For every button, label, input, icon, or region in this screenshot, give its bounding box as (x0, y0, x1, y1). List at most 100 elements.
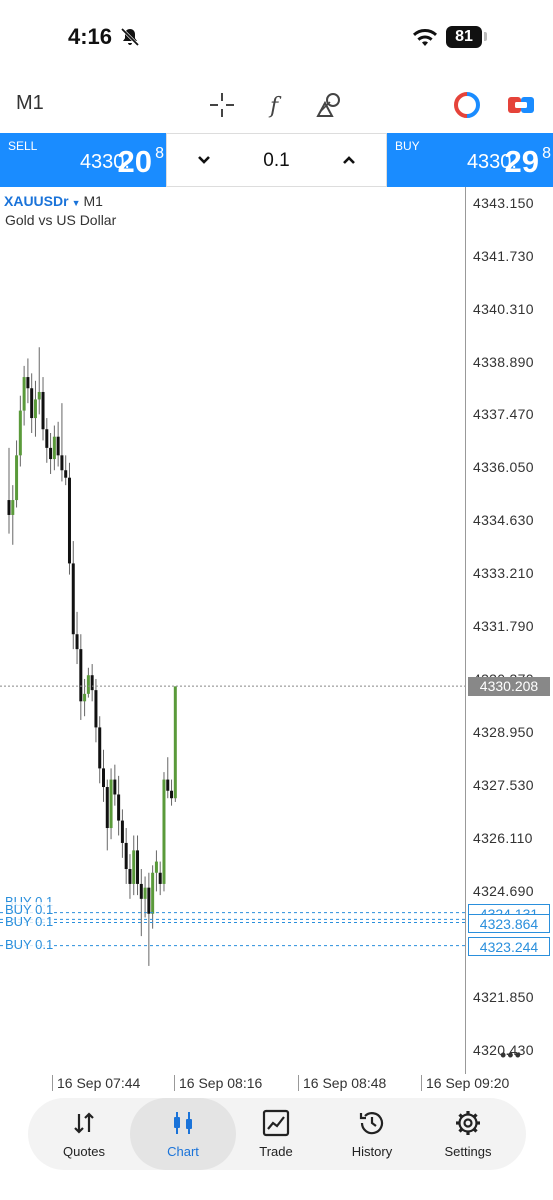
buy-price-sup: 8 (542, 145, 551, 162)
price-tick-label: 4326.110 (473, 829, 533, 846)
candle-down (79, 649, 83, 702)
order-price-tag[interactable]: 4323.864 (468, 913, 550, 933)
candle-up (83, 693, 87, 702)
sell-price-sup: 8 (155, 145, 164, 162)
candlestick-plot[interactable] (0, 187, 465, 1074)
candle-down (7, 500, 11, 515)
chart-toolbar: M1 f (0, 82, 553, 130)
tab-quotes[interactable]: Quotes (36, 1098, 132, 1170)
candle-down (170, 790, 174, 799)
candle-up (15, 455, 19, 501)
candle-down (136, 850, 140, 884)
time-tick-label: 16 Sep 09:20 (421, 1075, 509, 1091)
candle-down (166, 779, 170, 791)
candle-down (49, 447, 53, 460)
time-tick-label: 16 Sep 07:44 (52, 1075, 140, 1091)
crosshair-icon[interactable] (207, 90, 237, 120)
symbol-description: Gold vs US Dollar (5, 212, 117, 228)
candle-down (102, 768, 105, 788)
color-toggle-icon[interactable] (452, 90, 482, 120)
settings-icon (456, 1111, 480, 1135)
candle-down (105, 787, 109, 829)
tab-label: Settings (444, 1144, 492, 1159)
candle-down (94, 690, 98, 728)
candle-down (90, 675, 94, 691)
candle-down (45, 429, 49, 448)
symbol-timeframe: M1 (83, 193, 103, 209)
battery-indicator: 81 (446, 26, 482, 48)
candle-down (120, 820, 124, 843)
price-tick-label: 4328.950 (473, 723, 534, 740)
candle-up (86, 675, 90, 694)
candle-down (147, 887, 151, 914)
price-axis[interactable]: 4343.150 4341.730 4340.310 4338.890 4337.470… (465, 187, 553, 1074)
price-tick-label: 4343.150 (473, 194, 534, 211)
chart-icon (174, 1112, 192, 1134)
function-icon[interactable]: f (261, 90, 291, 120)
tab-settings[interactable]: Settings (420, 1098, 516, 1170)
candle-down (128, 869, 132, 884)
candle-down (158, 872, 162, 884)
chart-area[interactable]: XAUUSDr ▼ M1 Gold vs US Dollar BUY 0.1 BUY … (0, 187, 553, 1074)
price-tick-label: 4327.530 (473, 776, 534, 793)
price-tick-label: 4336.050 (473, 459, 534, 476)
buy-button[interactable]: BUY 4330. 29 8 (387, 133, 553, 187)
bell-muted-icon (120, 27, 140, 47)
status-bar: 4:16 81 (0, 0, 553, 78)
svg-text:f: f (268, 94, 282, 119)
candle-down (124, 842, 128, 870)
order-price-tag[interactable]: 4323.244 (468, 936, 550, 956)
candle-down (71, 563, 75, 635)
tab-history[interactable]: History (324, 1098, 420, 1170)
price-tick-label: 4334.630 (473, 512, 534, 529)
one-click-trading-panel: SELL 4330. 20 8 0.1 BUY 4330. 29 8 (0, 133, 553, 187)
tab-chart[interactable]: Chart (130, 1098, 236, 1170)
volume-increase-icon[interactable] (336, 147, 362, 173)
timeframe-button[interactable]: M1 (16, 92, 44, 115)
price-tick-label: 4341.730 (473, 247, 534, 264)
candle-up (154, 861, 158, 873)
candle-down (60, 455, 64, 471)
quotes-icon (74, 1112, 94, 1134)
time-tick-label: 16 Sep 08:48 (298, 1075, 386, 1091)
candle-up (109, 779, 113, 829)
symbol-name[interactable]: XAUUSDr (4, 193, 69, 209)
bottom-tab-bar: Quotes Chart Trade History Settings (28, 1098, 526, 1170)
candle-up (173, 686, 177, 799)
price-tick-label: 4321.850 (473, 988, 534, 1005)
order-label[interactable]: BUY 0.1 (5, 936, 54, 952)
symbol-dropdown-icon[interactable]: ▼ (72, 198, 81, 208)
objects-icon[interactable] (314, 90, 344, 120)
candle-down (113, 779, 117, 795)
candle-down (56, 436, 60, 456)
candle-up (18, 410, 22, 456)
candle-up (132, 850, 136, 884)
more-options-icon[interactable]: ••• (500, 1045, 522, 1066)
candle-up (52, 436, 56, 460)
candle-down (41, 391, 45, 430)
buy-price-big: 29 (504, 144, 539, 179)
candle-up (37, 391, 41, 400)
history-icon (359, 1112, 384, 1135)
price-tick-label: 4324.690 (473, 882, 534, 899)
time-axis: 16 Sep 07:44 16 Sep 08:16 16 Sep 08:48 16 S… (0, 1073, 553, 1095)
candle-down (75, 634, 79, 650)
sell-button[interactable]: SELL 4330. 20 8 (0, 133, 166, 187)
candle-down (117, 794, 121, 821)
tab-label: History (351, 1144, 393, 1159)
candle-down (98, 727, 102, 769)
candle-down (64, 470, 68, 478)
price-tick-label: 4338.890 (473, 353, 534, 370)
sell-price-big: 20 (117, 144, 152, 179)
order-label[interactable]: BUY 0.1 (5, 914, 54, 930)
candle-up (22, 377, 26, 411)
price-tick-label: 4337.470 (473, 406, 534, 423)
trade-icon (262, 1109, 290, 1137)
buy-label: BUY (395, 139, 420, 153)
candle-up (162, 779, 166, 884)
trade-toggle-icon[interactable] (506, 90, 536, 120)
status-time: 4:16 (68, 24, 113, 49)
tab-trade[interactable]: Trade (228, 1098, 324, 1170)
candle-up (11, 500, 15, 515)
symbol-header[interactable]: XAUUSDr ▼ M1 (4, 193, 103, 209)
